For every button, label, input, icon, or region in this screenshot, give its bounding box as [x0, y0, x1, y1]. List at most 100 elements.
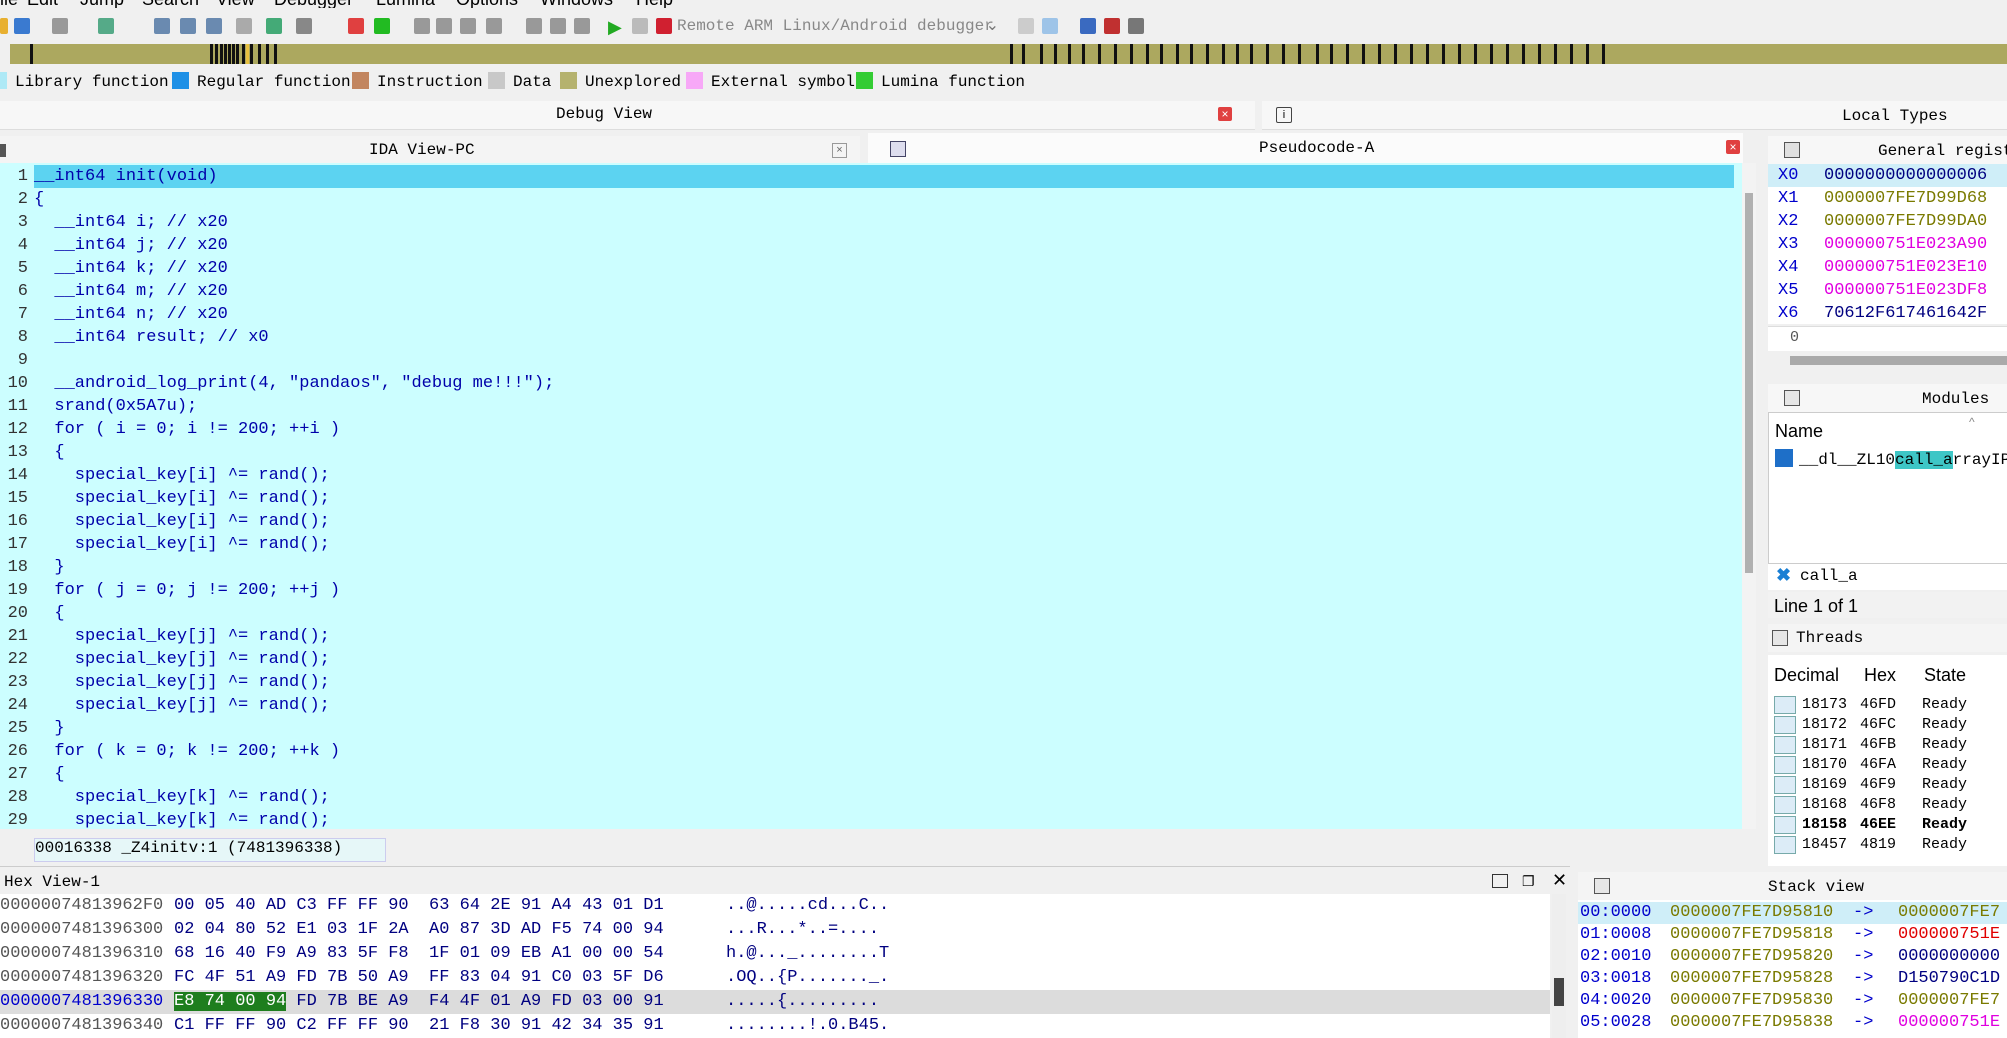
- register-value[interactable]: 0000007FE7D99DA0: [1824, 210, 1987, 233]
- menu-windows[interactable]: Windows: [540, 0, 613, 8]
- code-line[interactable]: special_key[i] ^= rand();: [34, 533, 330, 556]
- thread-row[interactable]: 18170 46FA Ready: [1768, 755, 2007, 775]
- hex-row[interactable]: 0000007481396300 02 04 80 52 E1 03 1F 2A …: [0, 918, 1550, 942]
- hex-row[interactable]: 0000007481396340 C1 FF FF 90 C2 FF FF 90 …: [0, 1014, 1550, 1038]
- thread-row[interactable]: 18171 46FB Ready: [1768, 735, 2007, 755]
- hex-row[interactable]: 00000074813962F0 00 05 40 AD C3 FF FF 90 …: [0, 894, 1550, 918]
- tab-ida-view[interactable]: IDA View-PC ×: [0, 136, 860, 165]
- stack-view[interactable]: 00:0000 0000007FE7D95810 -> 0000007FE7 01:00…: [1578, 900, 2007, 1038]
- register-value[interactable]: 0000007FE7D99D68: [1824, 187, 1987, 210]
- register-row[interactable]: X3 000000751E023A90: [1768, 233, 2007, 256]
- modules-column-name[interactable]: Name: [1775, 421, 1823, 442]
- graph3-icon[interactable]: [206, 18, 222, 34]
- hex-icon[interactable]: [526, 18, 542, 34]
- thread-row[interactable]: 18168 46F8 Ready: [1768, 795, 2007, 815]
- code-line[interactable]: __int64 m; // x20: [34, 280, 227, 303]
- open-icon[interactable]: [0, 18, 8, 34]
- code-line[interactable]: {: [34, 602, 64, 625]
- list2-icon[interactable]: [1104, 18, 1120, 34]
- close-icon[interactable]: ×: [1218, 107, 1232, 121]
- code-line[interactable]: special_key[k] ^= rand();: [34, 809, 330, 829]
- code-line[interactable]: __int64 n; // x20: [34, 303, 227, 326]
- code-line[interactable]: special_key[j] ^= rand();: [34, 694, 330, 717]
- register-value[interactable]: 000000751E023DF8: [1824, 279, 1987, 302]
- hex-bytes[interactable]: C1 FF FF 90 C2 FF FF 90 21 F8 30 91 42 3…: [174, 1014, 664, 1038]
- threads-panel[interactable]: Decimal Hex State 18173 46FD Ready 18172 46F…: [1768, 655, 2007, 866]
- threads-col-decimal[interactable]: Decimal: [1774, 665, 1839, 686]
- code-line[interactable]: {: [34, 763, 64, 786]
- segment-icon[interactable]: [414, 18, 430, 34]
- stack-row[interactable]: 00:0000 0000007FE7D95810 -> 0000007FE7: [1578, 902, 2007, 924]
- close-icon[interactable]: ×: [832, 143, 847, 158]
- register-value[interactable]: 70612F617461642F: [1824, 302, 1987, 324]
- code-line[interactable]: {: [34, 441, 64, 464]
- pseudocode-editor[interactable]: 1 __int64 init(void) 2 {3 __int64 i; // x20…: [0, 163, 1742, 829]
- list-icon[interactable]: [1080, 18, 1096, 34]
- code-line[interactable]: special_key[i] ^= rand();: [34, 487, 330, 510]
- menu-debugger[interactable]: Debugger: [274, 0, 353, 8]
- code-line[interactable]: __int64 j; // x20: [34, 234, 227, 257]
- play-icon[interactable]: ▶: [608, 17, 622, 38]
- step-into-icon[interactable]: [1018, 18, 1034, 34]
- thread-row[interactable]: 18173 46FD Ready: [1768, 695, 2007, 715]
- xref-icon[interactable]: [486, 18, 502, 34]
- register-row[interactable]: X1 0000007FE7D99D68: [1768, 187, 2007, 210]
- code-line[interactable]: for ( k = 0; k != 200; ++k ): [34, 740, 340, 763]
- menu-search[interactable]: Search: [142, 0, 199, 8]
- stop-icon[interactable]: [236, 18, 252, 34]
- stack-value[interactable]: D150790C1D: [1898, 968, 2000, 990]
- stack-row[interactable]: 04:0020 0000007FE7D95830 -> 0000007FE7: [1578, 990, 2007, 1012]
- code-line[interactable]: for ( j = 0; j != 200; ++j ): [34, 579, 340, 602]
- register-row[interactable]: X5 000000751E023DF8: [1768, 279, 2007, 302]
- navigation-band[interactable]: [10, 44, 2007, 64]
- register-row[interactable]: X4 000000751E023E10: [1768, 256, 2007, 279]
- stack-row[interactable]: 05:0028 0000007FE7D95838 -> 000000751E: [1578, 1012, 2007, 1034]
- stack-value[interactable]: 0000000000: [1898, 946, 2000, 968]
- stack-row[interactable]: 03:0018 0000007FE7D95828 -> D150790C1D: [1578, 968, 2007, 990]
- stop-debug-icon[interactable]: [656, 18, 672, 34]
- code-line[interactable]: srand(0x5A7u);: [34, 395, 197, 418]
- code-line[interactable]: {: [34, 188, 44, 211]
- stack-row[interactable]: 01:0008 0000007FE7D95818 -> 000000751E: [1578, 924, 2007, 946]
- stack-value[interactable]: 000000751E: [1898, 1012, 2000, 1034]
- hex-bytes[interactable]: 68 16 40 F9 A9 83 5F F8 1F 01 09 EB A1 0…: [174, 942, 664, 966]
- module-search-input[interactable]: call_a: [1800, 567, 1858, 585]
- menu-edit[interactable]: Edit: [27, 0, 58, 8]
- stack-value[interactable]: 0000007FE7: [1898, 902, 2000, 924]
- code-line[interactable]: special_key[i] ^= rand();: [34, 464, 330, 487]
- hex-bytes[interactable]: E8 74 00 94 FD 7B BE A9 F4 4F 01 A9 FD 0…: [174, 990, 664, 1014]
- graph-icon[interactable]: [154, 18, 170, 34]
- code-line[interactable]: special_key[k] ^= rand();: [34, 786, 330, 809]
- list3-icon[interactable]: [1128, 18, 1144, 34]
- lumina-icon[interactable]: [374, 18, 390, 34]
- code-line[interactable]: __int64 result; // x0: [34, 326, 268, 349]
- close-icon[interactable]: ✕: [1552, 870, 1567, 891]
- register-row[interactable]: X0 0000000000000006: [1768, 164, 2007, 187]
- stack-row[interactable]: 02:0010 0000007FE7D95820 -> 0000000000: [1578, 946, 2007, 968]
- threads-col-state[interactable]: State: [1924, 665, 1966, 686]
- local-types-title[interactable]: Local Types: [1842, 107, 1948, 125]
- step-over-icon[interactable]: [1042, 18, 1058, 34]
- hex-scrollbar[interactable]: [1552, 894, 1566, 1038]
- stack-value[interactable]: 0000007FE7: [1898, 990, 2000, 1012]
- hex-row[interactable]: 0000007481396310 68 16 40 F9 A9 83 5F F8 …: [0, 942, 1550, 966]
- hex-row[interactable]: 0000007481396320 FC 4F 51 A9 FD 7B 50 A9 …: [0, 966, 1550, 990]
- graph2-icon[interactable]: [180, 18, 196, 34]
- hex-bytes-selected[interactable]: E8 74 00 94: [174, 992, 287, 1011]
- clear-search-icon[interactable]: ✖: [1776, 565, 1791, 586]
- registers-hscrollbar[interactable]: [1790, 356, 2007, 365]
- thread-row[interactable]: 18158 46EE Ready: [1768, 815, 2007, 835]
- code-line[interactable]: __int64 i; // x20: [34, 211, 227, 234]
- save-icon[interactable]: [14, 18, 30, 34]
- module-search[interactable]: ✖ call_a: [1768, 564, 2007, 590]
- thread-row[interactable]: 18172 46FC Ready: [1768, 715, 2007, 735]
- patch-icon[interactable]: [550, 18, 566, 34]
- hex-bytes[interactable]: FC 4F 51 A9 FD 7B 50 A9 FF 83 04 91 C0 0…: [174, 966, 664, 990]
- hex-row[interactable]: 0000007481396330 E8 74 00 94 FD 7B BE A9 …: [0, 990, 1550, 1014]
- hex-bytes[interactable]: 00 05 40 AD C3 FF FF 90 63 64 2E 91 A4 4…: [174, 894, 664, 918]
- code-line[interactable]: special_key[j] ^= rand();: [34, 671, 330, 694]
- menu-view[interactable]: View: [216, 0, 255, 8]
- menu-file[interactable]: ile: [0, 0, 18, 8]
- tool-icon[interactable]: [98, 18, 114, 34]
- register-value[interactable]: 000000751E023E10: [1824, 256, 1987, 279]
